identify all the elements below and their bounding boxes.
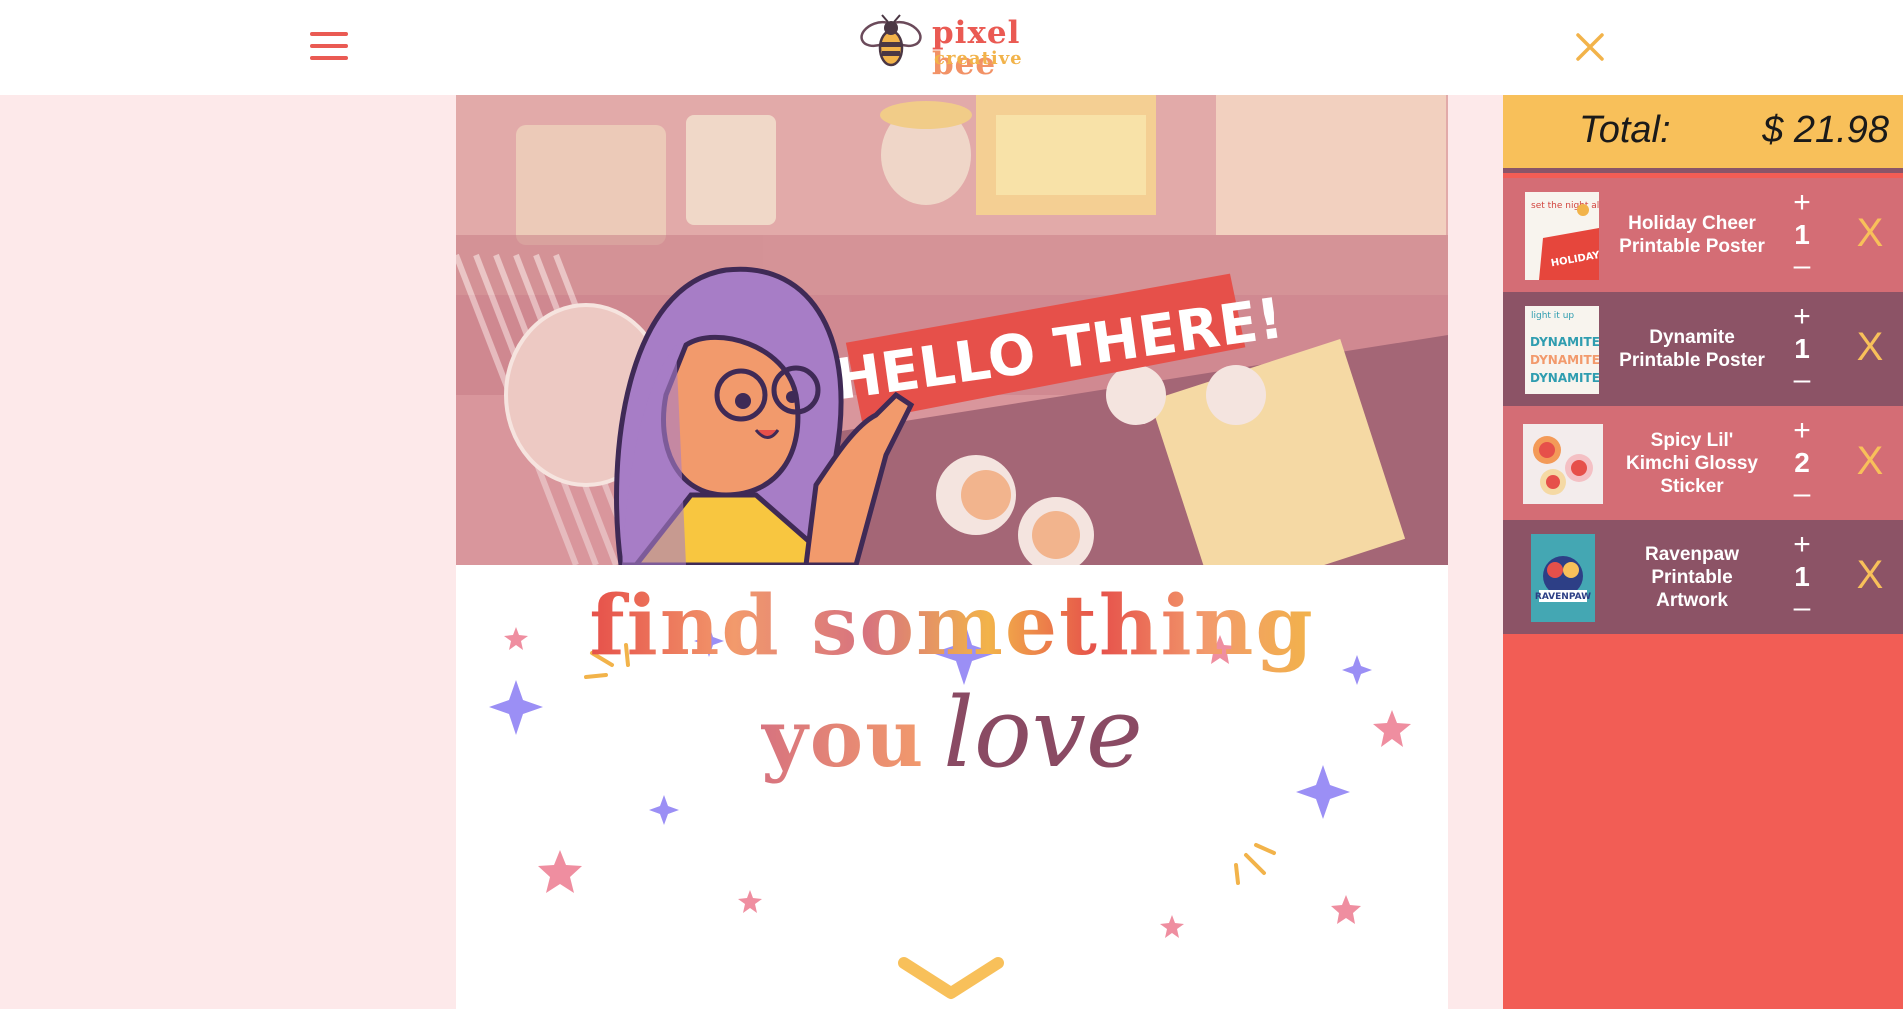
- hamburger-menu-icon[interactable]: [310, 30, 350, 62]
- item-name: Ravenpaw Printable Artwork: [1645, 543, 1739, 611]
- top-bar: pixel bee creative: [0, 0, 1903, 95]
- logo-subtext: creative: [934, 48, 1023, 69]
- item-quantity: 1: [1794, 561, 1810, 592]
- item-name: Dynamite Printable Poster: [1619, 327, 1765, 371]
- svg-text:DYNAMITE: DYNAMITE: [1530, 353, 1599, 367]
- item-name: Holiday Cheer Printable Poster: [1619, 213, 1765, 257]
- tagline-line1: find something: [589, 578, 1315, 674]
- cart-total-bar: Total: $ 21.98: [1503, 95, 1903, 173]
- total-label: Total:: [1579, 109, 1671, 151]
- cart-panel: Total: $ 21.98 set the night alight HOLI…: [1503, 95, 1903, 1009]
- pixel-bee-logo[interactable]: pixel bee creative: [858, 14, 1078, 80]
- decrease-qty-button[interactable]: –: [1779, 593, 1825, 623]
- tagline-word-you: you: [761, 691, 926, 785]
- remove-item-button[interactable]: X: [1847, 436, 1893, 486]
- decrease-qty-button[interactable]: –: [1779, 365, 1825, 395]
- increase-qty-button[interactable]: +: [1779, 530, 1825, 560]
- cart-item: RAVENPAW Ravenpaw Printable Artwork + 1 …: [1503, 520, 1903, 634]
- tagline-line2: you love: [456, 685, 1448, 781]
- svg-text:RAVENPAW: RAVENPAW: [1535, 592, 1591, 602]
- remove-item-button[interactable]: X: [1847, 208, 1893, 258]
- decrease-qty-button[interactable]: –: [1779, 251, 1825, 281]
- decrease-qty-button[interactable]: –: [1779, 479, 1825, 509]
- chevron-down-icon[interactable]: [898, 957, 1004, 999]
- svg-text:DYNAMITE: DYNAMITE: [1530, 335, 1599, 349]
- item-quantity: 1: [1794, 219, 1810, 250]
- total-amount: $ 21.98: [1762, 109, 1889, 151]
- product-thumbnail[interactable]: RAVENPAW: [1531, 534, 1595, 622]
- svg-text:light it up: light it up: [1531, 311, 1574, 321]
- increase-qty-button[interactable]: +: [1779, 188, 1825, 218]
- cart-item: light it up DYNAMITE DYNAMITE DYNAMITE D…: [1503, 292, 1903, 406]
- increase-qty-button[interactable]: +: [1779, 302, 1825, 332]
- remove-item-button[interactable]: X: [1847, 322, 1893, 372]
- product-thumbnail[interactable]: light it up DYNAMITE DYNAMITE DYNAMITE: [1525, 306, 1599, 394]
- svg-text:DYNAMITE: DYNAMITE: [1530, 371, 1599, 385]
- product-thumbnail[interactable]: [1523, 424, 1603, 504]
- increase-qty-button[interactable]: +: [1779, 416, 1825, 446]
- cart-item: set the night alight HOLIDAY CHEER! Holi…: [1503, 178, 1903, 292]
- item-name: Spicy Lil' Kimchi Glossy Sticker: [1626, 429, 1758, 497]
- hero-image: HELLO THERE!: [456, 95, 1448, 565]
- remove-item-button[interactable]: X: [1847, 550, 1893, 600]
- main-content: HELLO THERE!: [456, 95, 1448, 1009]
- item-quantity: 1: [1794, 333, 1810, 364]
- product-thumbnail[interactable]: set the night alight HOLIDAY CHEER!: [1525, 192, 1599, 280]
- cart-item: Spicy Lil' Kimchi Glossy Sticker + 2 – X: [1503, 406, 1903, 520]
- tagline-word-love: love: [943, 677, 1143, 789]
- item-quantity: 2: [1794, 447, 1810, 478]
- close-icon[interactable]: [1575, 32, 1605, 62]
- bee-icon: [860, 14, 922, 67]
